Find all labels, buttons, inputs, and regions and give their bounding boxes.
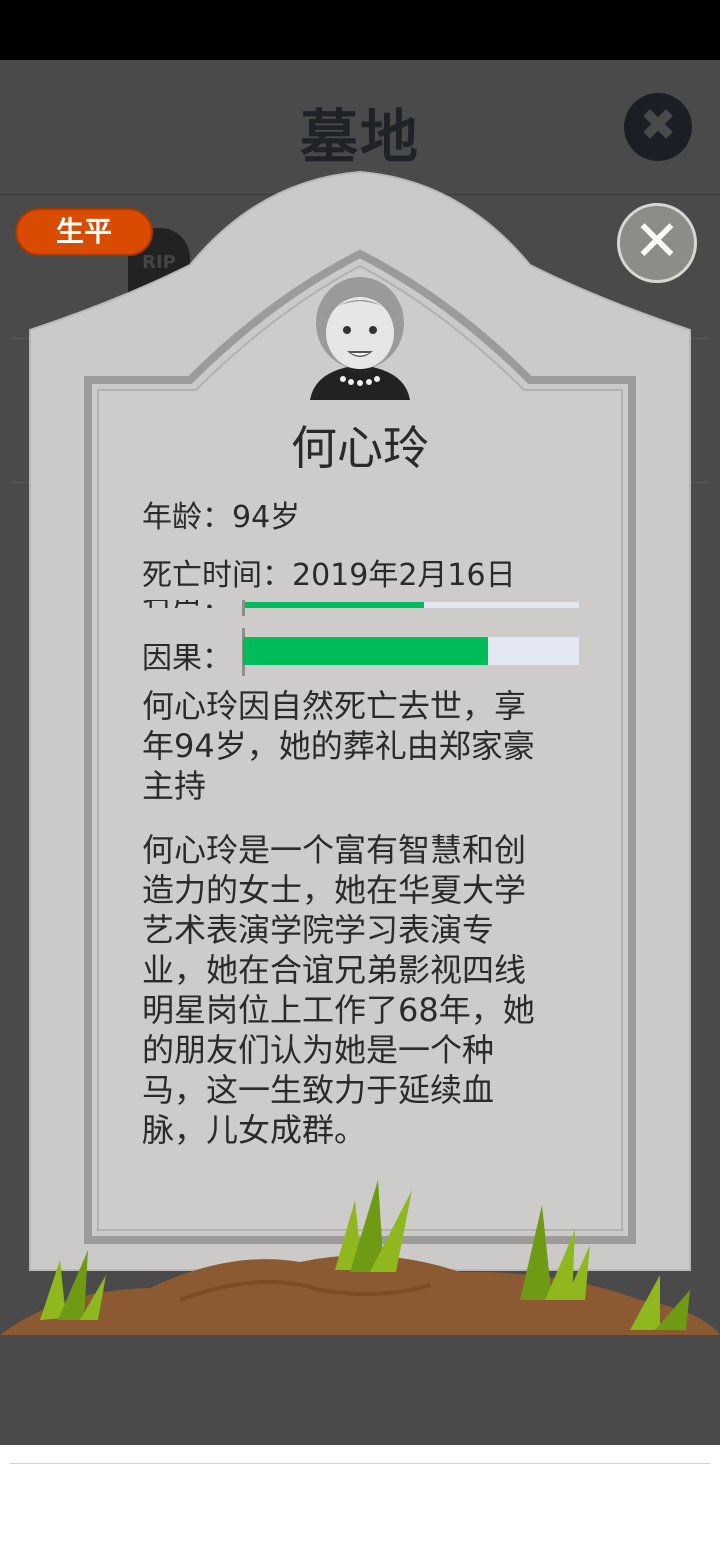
fame-label: 名声：: [142, 600, 232, 608]
death-summary: 何心玲因自然死亡去世，享年94岁，她的葬礼由郑家豪主持: [142, 687, 535, 805]
karma-label: 因果：: [142, 641, 232, 676]
dialog-close-button[interactable]: ✕: [617, 203, 697, 283]
bar-tick: [242, 600, 245, 616]
karma-bar: [243, 637, 579, 665]
karma-bar-fill: [243, 637, 489, 665]
death-date-text: 死亡时间：2019年2月16日: [142, 558, 516, 593]
deceased-name: 何心玲: [291, 421, 429, 475]
fame-bar: [243, 602, 579, 608]
fame-bar-fill: [243, 602, 425, 608]
bottom-divider: [10, 1463, 710, 1464]
biography-text: 何心玲是一个富有智慧和创造力的女士，她在华夏大学艺术表演学院学习表演专业，她在合…: [142, 831, 535, 1149]
biography-badge[interactable]: 生平: [15, 208, 153, 256]
fame-bar-row: 名声：: [0, 600, 720, 608]
elderly-woman-avatar-icon: [310, 277, 410, 400]
age-text: 年龄：94岁: [142, 500, 301, 535]
